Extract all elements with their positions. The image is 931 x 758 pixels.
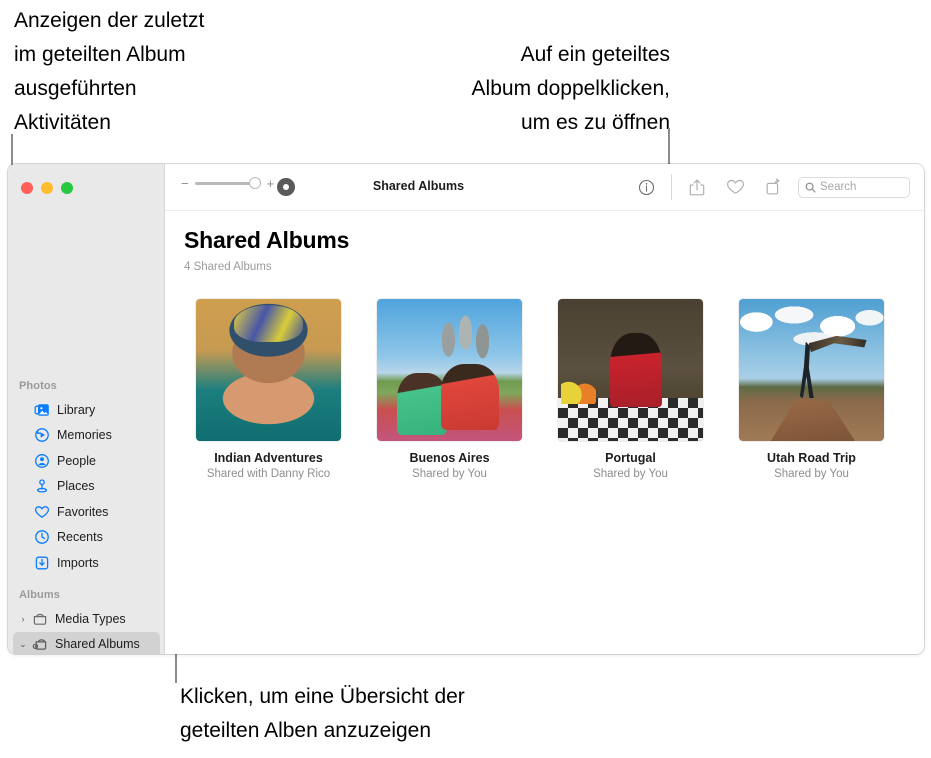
- clock-icon: [33, 529, 50, 546]
- page-subtitle: 4 Shared Albums: [184, 261, 272, 273]
- window-controls: [21, 182, 73, 194]
- annotation-activity-text: Anzeigen der zuletzt im geteilten Album …: [14, 9, 205, 135]
- rotate-button[interactable]: [754, 174, 792, 200]
- chevron-right-icon[interactable]: ›: [17, 614, 29, 624]
- sidebar-item-favorites[interactable]: Favorites: [13, 499, 160, 525]
- sidebar-item-places[interactable]: Places: [13, 474, 160, 500]
- sidebar-item-label: People: [57, 453, 96, 468]
- album-card-indian-adventures[interactable]: Indian Adventures Shared with Danny Rico: [196, 299, 341, 480]
- album-thumbnail[interactable]: [196, 299, 341, 441]
- album-shared-status: Shared with Danny Rico: [206, 468, 331, 480]
- heart-icon: [33, 503, 50, 520]
- sidebar-item-label: Recents: [57, 530, 103, 545]
- close-button[interactable]: [21, 182, 33, 194]
- album-title: Utah Road Trip: [767, 451, 856, 465]
- content-area: − + Shared Albums Search Shared Albums 4…: [165, 164, 924, 654]
- sidebar-item-media-types[interactable]: › Media Types: [13, 606, 160, 632]
- album-thumbnail[interactable]: [739, 299, 884, 441]
- minimize-button[interactable]: [41, 182, 53, 194]
- people-icon: [33, 452, 50, 469]
- places-icon: [33, 478, 50, 495]
- sidebar-item-label: Favorites: [57, 504, 109, 519]
- share-button[interactable]: [678, 174, 716, 200]
- album-title: Buenos Aires: [409, 451, 490, 465]
- search-field[interactable]: Search: [798, 176, 910, 198]
- album-shared-status: Shared by You: [774, 468, 849, 480]
- rotate-icon: [764, 178, 782, 197]
- search-icon: [805, 182, 816, 193]
- photos-app-window: Photos Library Memories People Places Fa…: [8, 164, 924, 654]
- album-shared-status: Shared by You: [412, 468, 487, 480]
- sidebar-item-shared-albums[interactable]: ⌄ Shared Albums: [13, 631, 160, 654]
- sidebar-item-library[interactable]: Library: [13, 397, 160, 423]
- annotation-doubleclick-text: Auf ein geteiltes Album doppelklicken, u…: [471, 43, 670, 135]
- sidebar-section-header-albums: Albums: [19, 589, 60, 601]
- page-title: Shared Albums: [184, 227, 350, 253]
- annotation-overview-text: Klicken, um eine Übersicht der geteilten…: [180, 685, 465, 743]
- sidebar-item-recents[interactable]: Recents: [13, 525, 160, 551]
- toolbar-divider: [671, 174, 672, 200]
- album-shared-status: Shared by You: [593, 468, 668, 480]
- chevron-down-icon[interactable]: ⌄: [17, 639, 29, 650]
- sidebar-item-label: Media Types: [55, 611, 126, 626]
- search-input-placeholder[interactable]: Search: [820, 181, 856, 193]
- album-thumbnail[interactable]: [558, 299, 703, 441]
- sidebar-item-label: Imports: [57, 555, 99, 570]
- heart-icon: [726, 178, 745, 196]
- sidebar-item-memories[interactable]: Memories: [13, 423, 160, 449]
- toolbar: − + Shared Albums Search: [165, 164, 924, 211]
- album-artwork-buenos: [377, 299, 522, 441]
- library-icon: [33, 401, 50, 418]
- memories-icon: [33, 427, 50, 444]
- album-title: Indian Adventures: [214, 451, 323, 465]
- toolbar-actions: Search: [627, 174, 910, 200]
- album-artwork-utah: [739, 299, 884, 441]
- sidebar-item-imports[interactable]: Imports: [13, 550, 160, 576]
- album-card-portugal[interactable]: Portugal Shared by You: [558, 299, 703, 480]
- sidebar-item-label: Shared Albums: [55, 637, 140, 652]
- album-thumbnail[interactable]: [377, 299, 522, 441]
- sidebar-item-label: Places: [57, 479, 95, 494]
- sidebar-section-header-photos: Photos: [19, 380, 57, 392]
- info-button[interactable]: [627, 174, 665, 200]
- shared-folder-icon: [31, 636, 48, 653]
- info-icon: [638, 179, 655, 196]
- album-grid: Indian Adventures Shared with Danny Rico…: [165, 273, 924, 480]
- folder-icon: [31, 610, 48, 627]
- album-card-utah-road-trip[interactable]: Utah Road Trip Shared by You: [739, 299, 884, 480]
- maximize-button[interactable]: [61, 182, 73, 194]
- share-icon: [688, 178, 706, 197]
- sidebar-list-photos: Library Memories People Places Favorites…: [8, 397, 165, 576]
- album-title: Portugal: [605, 451, 656, 465]
- sidebar-item-people[interactable]: People: [13, 448, 160, 474]
- sidebar-item-label: Library: [57, 402, 96, 417]
- page-header: Shared Albums 4 Shared Albums: [165, 211, 924, 273]
- album-artwork-indian: [196, 299, 341, 441]
- sidebar-list-albums: › Media Types ⌄ Shared Albums Activity: [8, 606, 165, 654]
- sidebar: Photos Library Memories People Places Fa…: [8, 164, 165, 654]
- import-icon: [33, 554, 50, 571]
- sidebar-item-label: Memories: [57, 428, 112, 443]
- favorite-button[interactable]: [716, 174, 754, 200]
- album-artwork-portugal: [558, 299, 703, 441]
- album-card-buenos-aires[interactable]: Buenos Aires Shared by You: [377, 299, 522, 480]
